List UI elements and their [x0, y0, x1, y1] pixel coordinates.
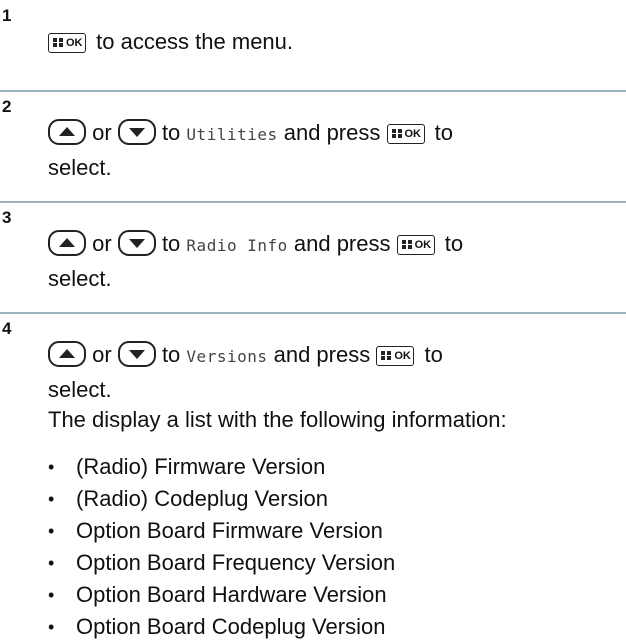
list-item: Option Board Codeplug Version — [48, 611, 395, 643]
step-text: select. — [48, 155, 112, 180]
menu-item-name: Versions — [186, 347, 268, 366]
list-item: (Radio) Codeplug Version — [48, 483, 395, 515]
step-number: 4 — [2, 319, 12, 338]
menu-ok-key-icon: OK — [386, 124, 425, 144]
menu-ok-key-icon: OK — [396, 235, 435, 255]
up-arrow-key-icon — [48, 341, 86, 367]
step-divider — [0, 201, 626, 203]
step-text: select. — [48, 266, 112, 291]
step-description: The display a list with the following in… — [48, 407, 507, 432]
menu-item-name: Utilities — [186, 125, 278, 144]
up-arrow-key-icon — [48, 119, 86, 145]
step-text: select. — [48, 377, 112, 402]
step-number: 3 — [2, 208, 12, 227]
down-arrow-key-icon — [117, 341, 156, 367]
step-divider — [0, 90, 626, 92]
up-arrow-key-icon — [48, 230, 86, 256]
step-divider — [0, 312, 626, 314]
list-item: Option Board Frequency Version — [48, 547, 395, 579]
step-number: 1 — [2, 6, 12, 25]
menu-item-name: Radio Info — [186, 236, 288, 255]
menu-ok-key-icon: OK — [48, 33, 86, 53]
list-item: Option Board Firmware Version — [48, 515, 395, 547]
list-item: (Radio) Firmware Version — [48, 451, 395, 483]
step-number: 2 — [2, 97, 12, 116]
list-item: Option Board Hardware Version — [48, 579, 395, 611]
down-arrow-key-icon — [117, 119, 156, 145]
step-text: to access the menu. — [96, 29, 294, 54]
down-arrow-key-icon — [117, 230, 156, 256]
info-list: (Radio) Firmware Version (Radio) Codeplu… — [48, 451, 395, 643]
menu-ok-key-icon: OK — [376, 346, 415, 366]
